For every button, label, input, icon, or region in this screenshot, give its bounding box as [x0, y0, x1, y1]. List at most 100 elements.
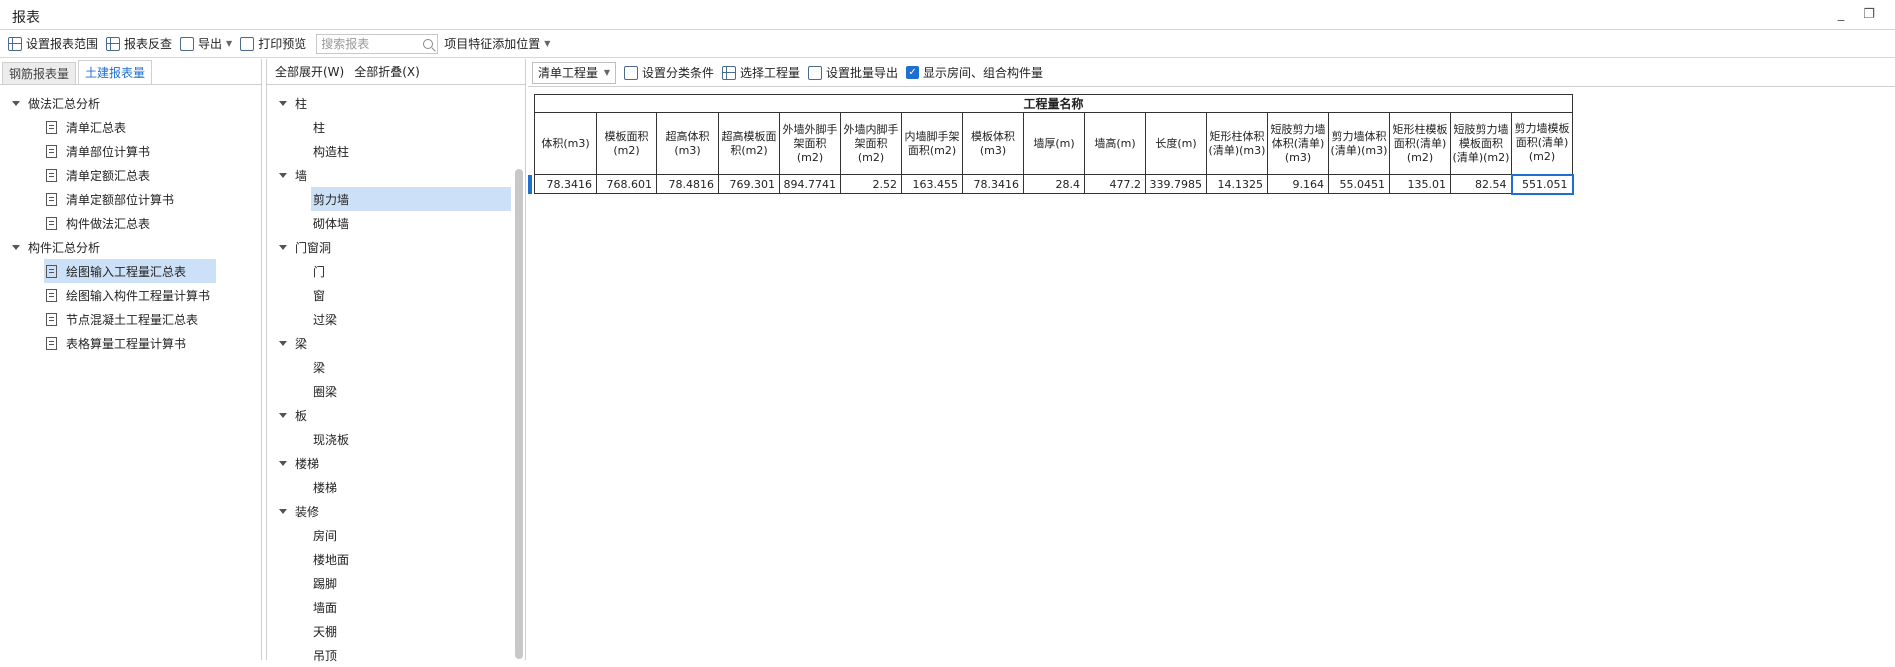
- tree-group-label: 做法汇总分析: [28, 96, 101, 111]
- component-item[interactable]: 砌体墙: [267, 211, 525, 235]
- column-header: 超高体积(m3): [656, 112, 719, 175]
- category-openings[interactable]: 门窗洞: [267, 235, 525, 259]
- tree-item[interactable]: 清单部位计算书: [0, 139, 261, 163]
- table-cell[interactable]: 55.0451: [1328, 174, 1390, 194]
- column-header: 矩形柱体积(清单)(m3): [1206, 112, 1268, 175]
- component-item[interactable]: 踢脚: [267, 571, 525, 595]
- component-item[interactable]: 墙面: [267, 595, 525, 619]
- tree-item[interactable]: 节点混凝土工程量汇总表: [0, 307, 261, 331]
- search-icon[interactable]: [423, 38, 434, 49]
- table-cell[interactable]: 28.4: [1023, 174, 1085, 194]
- component-item[interactable]: 窗: [267, 283, 525, 307]
- set-range-label: 设置报表范围: [26, 37, 99, 51]
- expand-triangle-icon[interactable]: [12, 100, 20, 106]
- quantity-type-select[interactable]: 清单工程量 ▼: [532, 61, 616, 84]
- tree-group-method-summary[interactable]: 做法汇总分析: [0, 91, 261, 115]
- restore-button[interactable]: ❐: [1858, 5, 1880, 25]
- component-item[interactable]: 圈梁: [267, 379, 525, 403]
- tab-civil-report[interactable]: 土建报表量: [78, 60, 153, 84]
- feature-position-dropdown[interactable]: 项目特征添加位置 ▼: [442, 33, 556, 55]
- select-quantity-button[interactable]: 选择工程量: [720, 62, 806, 84]
- table-row[interactable]: 78.3416 768.601 78.4816 769.301 894.7741…: [534, 173, 1574, 195]
- report-search-input[interactable]: 搜索报表: [316, 33, 439, 54]
- tree-item-selected[interactable]: 绘图输入工程量汇总表: [44, 259, 216, 283]
- tree-item[interactable]: 构件做法汇总表: [0, 211, 261, 235]
- category-wall[interactable]: 墙: [267, 163, 525, 187]
- table-cell[interactable]: 2.52: [840, 174, 902, 194]
- table-cell[interactable]: 339.7985: [1145, 174, 1207, 194]
- tree-item[interactable]: 清单汇总表: [0, 115, 261, 139]
- minimize-button[interactable]: _: [1830, 5, 1852, 25]
- category-label: 墙: [295, 168, 308, 183]
- component-item[interactable]: 吊顶: [267, 643, 525, 667]
- table-cell[interactable]: 78.3416: [534, 174, 597, 194]
- component-item-selected[interactable]: 剪力墙: [311, 187, 511, 211]
- tree-item[interactable]: 绘图输入构件工程量计算书: [0, 283, 261, 307]
- column-header: 短肢剪力墙模板面积(清单)(m2): [1450, 112, 1512, 175]
- reverse-check-button[interactable]: 报表反查: [104, 33, 178, 55]
- table-cell[interactable]: 78.4816: [656, 174, 719, 194]
- show-rooms-checkbox[interactable]: ✓ 显示房间、组合构件量: [904, 62, 1049, 84]
- table-cell[interactable]: 14.1325: [1206, 174, 1268, 194]
- tab-rebar-report[interactable]: 钢筋报表量: [2, 62, 77, 84]
- tree-group-label: 构件汇总分析: [28, 240, 101, 255]
- checkbox-checked-icon[interactable]: ✓: [906, 66, 920, 79]
- component-item[interactable]: 现浇板: [267, 427, 525, 451]
- column-header: 墙高(m): [1084, 112, 1146, 175]
- tree-item-label: 清单定额部位计算书: [66, 192, 175, 207]
- tree-group-component-summary[interactable]: 构件汇总分析: [0, 235, 261, 259]
- expand-triangle-icon[interactable]: [279, 412, 287, 418]
- expand-triangle-icon[interactable]: [279, 172, 287, 178]
- vertical-scrollbar[interactable]: [515, 169, 523, 659]
- table-cell[interactable]: 163.455: [901, 174, 963, 194]
- tree-item[interactable]: 清单定额汇总表: [0, 163, 261, 187]
- category-column[interactable]: 柱: [267, 91, 525, 115]
- table-cell[interactable]: 135.01: [1389, 174, 1451, 194]
- table-caption: 工程量名称: [534, 94, 1573, 113]
- expand-triangle-icon[interactable]: [12, 244, 20, 250]
- expand-triangle-icon[interactable]: [279, 508, 287, 514]
- column-header: 外墙内脚手架面积(m2): [840, 112, 902, 175]
- expand-all-button[interactable]: 全部展开(W): [275, 63, 344, 80]
- category-decoration[interactable]: 装修: [267, 499, 525, 523]
- component-item[interactable]: 天棚: [267, 619, 525, 643]
- set-range-button[interactable]: 设置报表范围: [6, 33, 104, 55]
- component-item[interactable]: 门: [267, 259, 525, 283]
- batch-export-label: 设置批量导出: [826, 66, 899, 80]
- expand-triangle-icon[interactable]: [279, 100, 287, 106]
- table-cell[interactable]: 894.7741: [779, 174, 841, 194]
- tree-item-label: 绘图输入工程量汇总表: [66, 264, 187, 279]
- category-slab[interactable]: 板: [267, 403, 525, 427]
- component-item[interactable]: 楼梯: [267, 475, 525, 499]
- table-cell[interactable]: 82.54: [1450, 174, 1512, 194]
- table-cell[interactable]: 768.601: [596, 174, 657, 194]
- table-cell[interactable]: 78.3416: [962, 174, 1024, 194]
- component-item[interactable]: 柱: [267, 115, 525, 139]
- component-item[interactable]: 房间: [267, 523, 525, 547]
- table-cell-selected[interactable]: 551.051: [1510, 173, 1574, 195]
- collapse-all-button[interactable]: 全部折叠(X): [354, 63, 420, 80]
- batch-export-button[interactable]: 设置批量导出: [806, 62, 904, 84]
- category-stairs[interactable]: 楼梯: [267, 451, 525, 475]
- print-preview-button[interactable]: 打印预览: [238, 33, 312, 55]
- component-item[interactable]: 构造柱: [267, 139, 525, 163]
- tree-item[interactable]: 清单定额部位计算书: [0, 187, 261, 211]
- expand-triangle-icon[interactable]: [279, 244, 287, 250]
- window-title: 报表: [12, 10, 40, 26]
- component-item[interactable]: 过梁: [267, 307, 525, 331]
- table-cell[interactable]: 9.164: [1267, 174, 1329, 194]
- column-header: 体积(m3): [534, 112, 597, 175]
- component-item[interactable]: 楼地面: [267, 547, 525, 571]
- set-category-label: 设置分类条件: [642, 66, 715, 80]
- document-icon: [46, 168, 57, 182]
- set-category-button[interactable]: 设置分类条件: [622, 62, 720, 84]
- export-button[interactable]: 导出 ▼: [178, 33, 238, 55]
- category-beam[interactable]: 梁: [267, 331, 525, 355]
- tree-item[interactable]: 表格算量工程量计算书: [0, 331, 261, 355]
- table-cell[interactable]: 769.301: [718, 174, 780, 194]
- expand-triangle-icon[interactable]: [279, 460, 287, 466]
- expand-triangle-icon[interactable]: [279, 340, 287, 346]
- component-item[interactable]: 梁: [267, 355, 525, 379]
- table-select-icon: [722, 65, 737, 80]
- table-cell[interactable]: 477.2: [1084, 174, 1146, 194]
